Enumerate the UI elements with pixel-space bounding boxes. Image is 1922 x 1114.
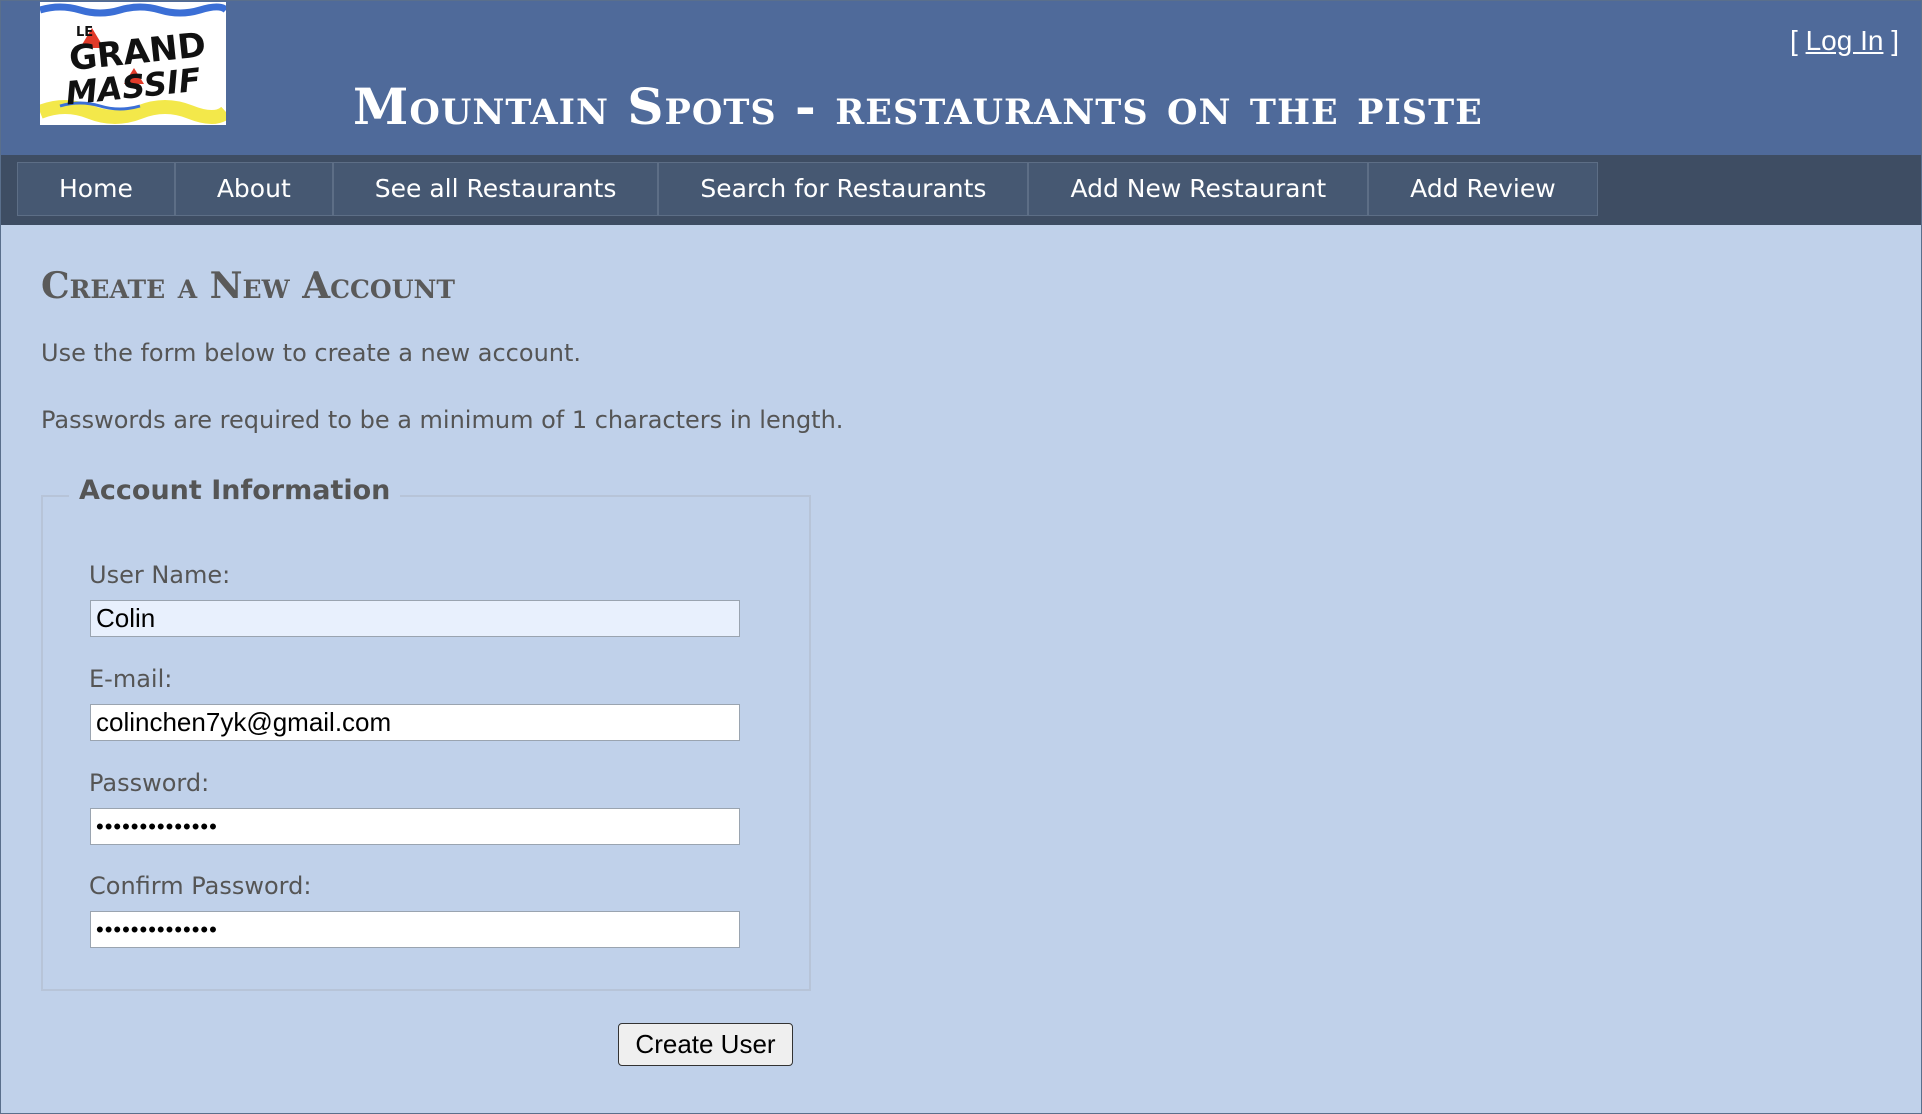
nav-item-home[interactable]: Home [17, 162, 175, 216]
email-input[interactable] [90, 704, 740, 741]
confirm-password-input[interactable] [90, 911, 740, 948]
login-bracket-close: ] [1883, 25, 1899, 56]
site-title: Mountain Spots - restaurants on the pist… [353, 77, 1483, 136]
fieldset-legend: Account Information [69, 475, 401, 506]
username-label: User Name: [89, 561, 231, 589]
login-link[interactable]: Log In [1806, 25, 1884, 56]
nav-item-see-all-restaurants[interactable]: See all Restaurants [332, 162, 659, 216]
nav-menu: Home About See all Restaurants Search fo… [17, 162, 1598, 216]
nav-item-add-review[interactable]: Add Review [1368, 162, 1598, 216]
login-bracket-open: [ [1790, 25, 1806, 56]
nav-item-add-new-restaurant[interactable]: Add New Restaurant [1028, 162, 1369, 216]
confirm-password-label: Confirm Password: [89, 872, 312, 900]
create-user-button[interactable]: Create User [618, 1023, 793, 1066]
password-input[interactable] [90, 808, 740, 845]
login-area: [ Log In ] [1790, 25, 1899, 57]
nav-item-about[interactable]: About [174, 162, 333, 216]
password-requirement-text: Passwords are required to be a minimum o… [41, 406, 844, 434]
username-input[interactable] [90, 600, 740, 637]
email-label: E-mail: [89, 665, 173, 693]
page: LE GRAND MASSIF Mountain Spots - restaur… [0, 0, 1922, 1114]
nav-item-search-restaurants[interactable]: Search for Restaurants [658, 162, 1029, 216]
main-content: Create a New Account Use the form below … [41, 261, 1841, 1066]
account-information-fieldset: Account Information User Name: E-mail: P… [41, 475, 811, 991]
password-label: Password: [89, 769, 210, 797]
page-title: Create a New Account [41, 265, 455, 307]
main-nav: Home About See all Restaurants Search fo… [1, 155, 1921, 225]
intro-text: Use the form below to create a new accou… [41, 339, 582, 367]
grand-massif-logo-icon: LE GRAND MASSIF [40, 3, 226, 124]
site-header: LE GRAND MASSIF Mountain Spots - restaur… [1, 1, 1921, 155]
site-logo[interactable]: LE GRAND MASSIF [40, 2, 226, 125]
